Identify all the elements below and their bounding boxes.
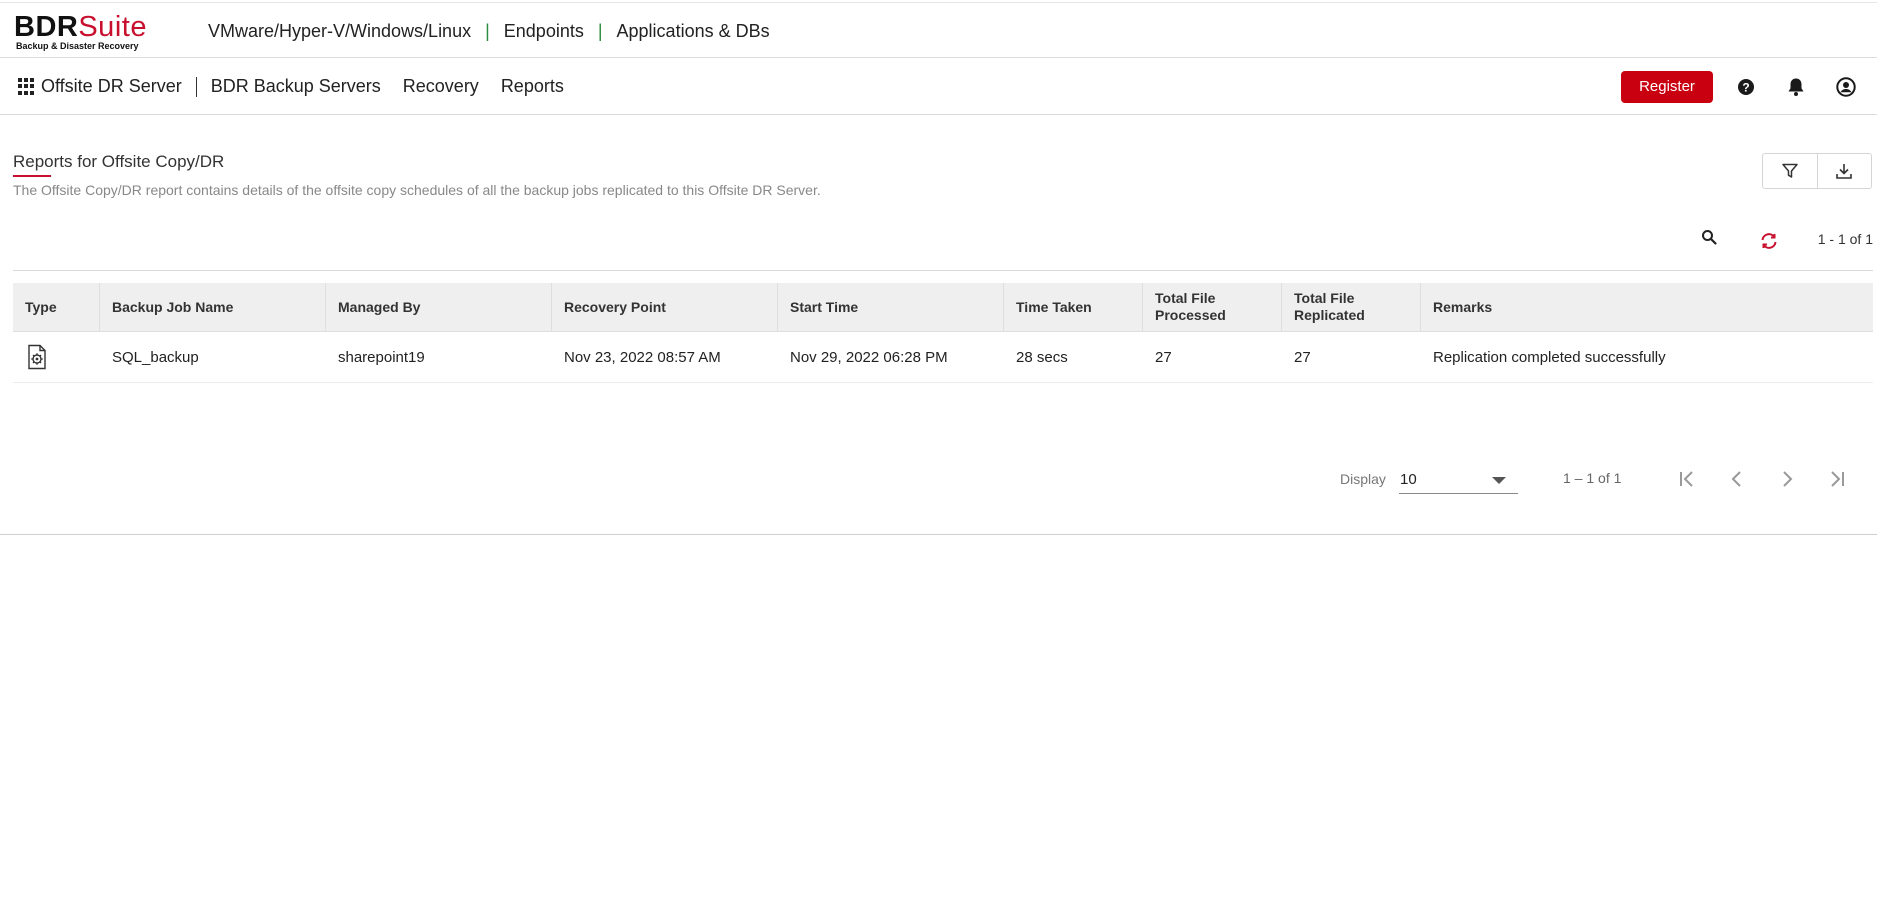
- cell-time-taken: 28 secs: [1016, 348, 1068, 366]
- tab-endpoints[interactable]: Endpoints: [496, 3, 592, 59]
- filter-button[interactable]: [1763, 154, 1817, 188]
- cell-remarks: Replication completed successfully: [1433, 348, 1666, 366]
- tab-separator: |: [485, 20, 490, 41]
- last-page-icon: [1831, 471, 1844, 487]
- reports-table: Type Backup Job Name Managed By Recovery…: [13, 283, 1873, 383]
- chevron-right-icon: [1783, 471, 1793, 487]
- next-page-button[interactable]: [1773, 466, 1801, 492]
- product-bar: BDRSuite Backup & Disaster Recovery VMwa…: [0, 2, 1877, 60]
- col-header-type[interactable]: Type: [13, 283, 100, 331]
- col-header-total-file-replicated[interactable]: Total File Replicated: [1282, 283, 1421, 331]
- display-label: Display: [1340, 471, 1386, 487]
- cell-backup-job-name: SQL_backup: [112, 348, 199, 366]
- table-header: Type Backup Job Name Managed By Recovery…: [13, 283, 1873, 332]
- cell-total-file-processed: 27: [1155, 348, 1172, 366]
- report-actions: [1762, 153, 1872, 189]
- cell-type: [13, 332, 100, 382]
- nav-link-recovery[interactable]: Recovery: [403, 76, 479, 97]
- user-profile-icon[interactable]: [1835, 76, 1857, 98]
- app-grid-icon[interactable]: [18, 77, 36, 96]
- tab-applications-dbs[interactable]: Applications & DBs: [609, 3, 784, 60]
- nav-link-bdr-backup-servers[interactable]: BDR Backup Servers: [211, 76, 381, 97]
- col-header-remarks[interactable]: Remarks: [1421, 283, 1873, 331]
- cell-total-file-replicated: 27: [1294, 348, 1311, 366]
- dropdown-caret-icon: [1492, 477, 1506, 484]
- secondary-nav: Offsite DR Server BDR Backup Servers Rec…: [0, 58, 1877, 115]
- first-page-button[interactable]: [1673, 466, 1701, 492]
- filter-icon: [1782, 163, 1798, 178]
- page-size-select[interactable]: 10: [1399, 466, 1518, 494]
- download-icon: [1836, 164, 1853, 179]
- page-size-value: 10: [1400, 471, 1417, 488]
- cell-start-time: Nov 29, 2022 06:28 PM: [790, 348, 948, 366]
- help-icon[interactable]: ?: [1735, 76, 1757, 98]
- cell-managed-by: sharepoint19: [338, 348, 425, 366]
- download-button[interactable]: [1816, 154, 1872, 188]
- cell-recovery-point: Nov 23, 2022 08:57 AM: [564, 348, 721, 366]
- record-range-top: 1 - 1 of 1: [1817, 231, 1873, 247]
- first-page-icon: [1680, 471, 1693, 487]
- svg-text:?: ?: [1742, 80, 1749, 94]
- register-button[interactable]: Register: [1621, 70, 1713, 103]
- tab-vmware-hyperv-windows-linux[interactable]: VMware/Hyper-V/Windows/Linux: [200, 3, 479, 59]
- refresh-icon[interactable]: [1759, 231, 1779, 251]
- record-range-bottom: 1 – 1 of 1: [1563, 470, 1622, 486]
- tab-separator: |: [597, 20, 603, 41]
- title-underline: [13, 175, 51, 177]
- nav-title[interactable]: Offsite DR Server: [41, 76, 182, 97]
- divider: [0, 534, 1877, 535]
- chevron-left-icon: [1731, 471, 1741, 487]
- table-row[interactable]: SQL_backup sharepoint19 Nov 23, 2022 08:…: [13, 332, 1873, 383]
- product-tabs: VMware/Hyper-V/Windows/Linux | Endpoints…: [200, 3, 784, 60]
- previous-page-button[interactable]: [1723, 466, 1751, 492]
- page-title: Reports for Offsite Copy/DR: [13, 152, 225, 171]
- search-icon[interactable]: [1701, 229, 1719, 247]
- page-description: The Offsite Copy/DR report contains deta…: [13, 182, 821, 198]
- col-header-time-taken[interactable]: Time Taken: [1004, 283, 1143, 331]
- logo-tagline: Backup & Disaster Recovery: [16, 41, 139, 51]
- bdrsuite-logo[interactable]: BDRSuite Backup & Disaster Recovery: [14, 11, 147, 55]
- col-header-start-time[interactable]: Start Time: [778, 283, 1004, 331]
- database-job-icon[interactable]: [25, 344, 49, 370]
- col-header-recovery-point[interactable]: Recovery Point: [552, 283, 778, 331]
- nav-divider: [195, 76, 197, 97]
- logo-brand: BDRSuite: [14, 11, 147, 43]
- col-header-backup-job-name[interactable]: Backup Job Name: [100, 283, 326, 331]
- notification-bell-icon[interactable]: [1785, 76, 1807, 98]
- nav-link-reports[interactable]: Reports: [501, 76, 564, 97]
- last-page-button[interactable]: [1823, 466, 1851, 492]
- col-header-total-file-processed[interactable]: Total File Processed: [1143, 283, 1282, 331]
- divider: [13, 270, 1873, 271]
- col-header-managed-by[interactable]: Managed By: [326, 283, 552, 331]
